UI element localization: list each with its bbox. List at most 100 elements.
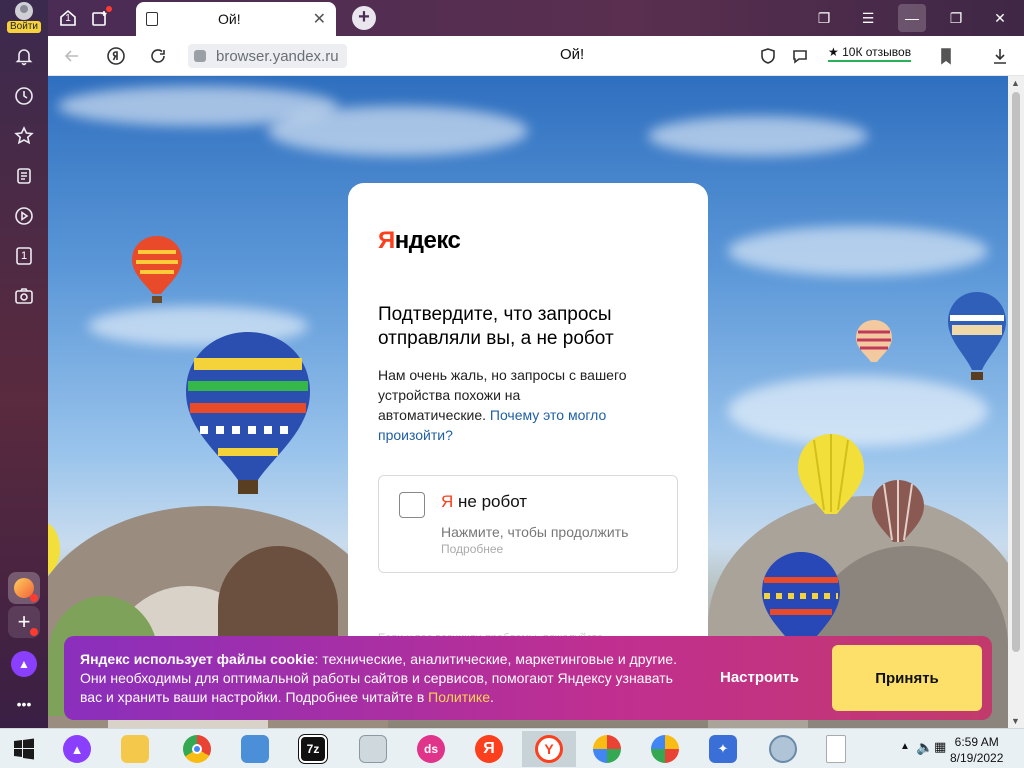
alice-taskbar-button[interactable]: ▲ xyxy=(50,731,104,767)
captcha-heading: Подтвердите, что запросы отправляли вы, … xyxy=(378,304,614,349)
restore-icon[interactable]: ❐ xyxy=(942,4,970,32)
collections-icon[interactable]: ❐ xyxy=(810,4,838,32)
7zip-icon: 7z xyxy=(298,734,328,764)
captcha-card: Яндекс Подтвердите, что запросы отправля… xyxy=(348,183,708,703)
policy-link[interactable]: Политике xyxy=(428,689,490,705)
tab-counter: 1 xyxy=(65,13,71,24)
scroll-down-icon[interactable]: ▼ xyxy=(1011,716,1020,726)
control-panel-taskbar-button[interactable] xyxy=(228,731,282,767)
mail-app-button[interactable] xyxy=(8,572,40,604)
page-scrollbar[interactable]: ▲ ▼ xyxy=(1008,76,1024,728)
app-taskbar-button[interactable] xyxy=(580,731,634,767)
notification-dot xyxy=(30,594,38,602)
start-button[interactable] xyxy=(0,731,48,767)
clock-date: 8/19/2022 xyxy=(950,751,1004,765)
chrome-taskbar-button[interactable] xyxy=(170,731,224,767)
yandex-button[interactable] xyxy=(104,44,128,68)
tab-strip: 1 Ой! ✕ + ❐ ☰ — ❐ ✕ xyxy=(48,0,1024,36)
new-tab-button[interactable]: + xyxy=(352,6,376,30)
volume-muted-icon[interactable]: 🔈 xyxy=(916,739,933,756)
notification-dot xyxy=(30,628,38,636)
add-app-button[interactable]: + xyxy=(8,606,40,638)
windows-taskbar: ▲ 7z ds Я Y ✦ ▲ 🔈 ▦ 6:59 AM 8/19/2022 xyxy=(0,728,1024,768)
yandex-icon: Я xyxy=(475,735,503,763)
download-icon xyxy=(994,49,1006,64)
home-button[interactable]: 1 xyxy=(54,4,82,32)
chrome-icon xyxy=(183,735,211,763)
play-icon[interactable] xyxy=(12,204,36,228)
configure-button[interactable]: Настроить xyxy=(720,669,799,686)
scroll-thumb[interactable] xyxy=(1012,92,1020,652)
counter-icon[interactable]: 1 xyxy=(12,244,36,268)
url-field[interactable]: browser.yandex.ru xyxy=(188,44,347,68)
close-icon[interactable]: ✕ xyxy=(986,4,1014,32)
tab-groups-button[interactable] xyxy=(86,4,114,32)
cookie-text: Яндекс использует файлы cookie: техничес… xyxy=(80,651,677,705)
yandex-browser-taskbar-button[interactable]: Y xyxy=(522,731,576,767)
reload-button[interactable] xyxy=(146,44,170,68)
robot-checkbox[interactable] xyxy=(399,492,425,518)
collections-icon[interactable] xyxy=(12,164,36,188)
page-icon xyxy=(146,12,158,26)
star-icon[interactable] xyxy=(12,124,36,148)
history-icon[interactable] xyxy=(12,84,36,108)
system-clock[interactable]: 6:59 AM 8/19/2022 xyxy=(950,734,1003,766)
comment-icon xyxy=(793,50,807,64)
yandex-logo: Яндекс xyxy=(378,227,461,254)
address-bar: browser.yandex.ru Ой! ★ 10К отзывов xyxy=(48,36,1024,76)
app-taskbar-button[interactable] xyxy=(756,731,810,767)
windows-start-icon xyxy=(14,738,34,760)
app-taskbar-button[interactable] xyxy=(638,731,692,767)
cloud xyxy=(268,106,528,156)
scroll-up-icon[interactable]: ▲ xyxy=(1011,78,1020,88)
reload-icon xyxy=(151,49,165,63)
browser-sidebar: Войти 1 + ▲ ••• xyxy=(0,0,48,728)
explorer-taskbar-button[interactable] xyxy=(108,731,162,767)
back-button[interactable] xyxy=(60,44,84,68)
bookmark-button[interactable] xyxy=(934,44,958,68)
reviews-button[interactable]: ★ 10К отзывов xyxy=(828,45,912,62)
accept-button[interactable]: Принять xyxy=(832,645,982,711)
yandex-taskbar-button[interactable]: Я xyxy=(462,731,516,767)
shield-icon xyxy=(761,48,775,64)
yandex-logo-icon xyxy=(107,47,125,65)
cloud xyxy=(648,116,868,156)
app-taskbar-button[interactable]: ✦ xyxy=(696,731,750,767)
counter-badge: 1 xyxy=(20,250,28,262)
minimize-icon[interactable]: — xyxy=(898,4,926,32)
ds-taskbar-button[interactable]: ds xyxy=(404,731,458,767)
file-explorer-icon xyxy=(121,735,149,763)
more-icon: ••• xyxy=(16,696,32,712)
hot-air-balloon xyxy=(798,434,864,514)
alice-button[interactable]: ▲ xyxy=(8,648,40,680)
more-link[interactable]: Подробнее xyxy=(441,542,657,556)
protect-icon[interactable] xyxy=(756,44,780,68)
login-button[interactable]: Войти xyxy=(7,2,41,34)
monitor-taskbar-button[interactable] xyxy=(346,731,400,767)
screenshot-icon[interactable] xyxy=(12,284,36,308)
robot-check-box[interactable]: Я не робот Нажмите, чтобы продолжить Под… xyxy=(378,475,678,573)
clock-time: 6:59 AM xyxy=(954,735,999,749)
chat-icon[interactable] xyxy=(788,44,812,68)
notification-dot xyxy=(106,6,112,12)
alice-icon: ▲ xyxy=(11,651,37,677)
chevron-up-icon[interactable]: ▲ xyxy=(900,741,910,752)
network-icon[interactable]: ▦ xyxy=(934,739,946,755)
robot-hint: Нажмите, чтобы продолжить xyxy=(441,524,629,540)
hot-air-balloon xyxy=(872,480,924,542)
more-button[interactable]: ••• xyxy=(8,688,40,720)
add-icon: + xyxy=(17,609,31,634)
bookmark-icon xyxy=(941,48,951,65)
hot-air-balloon xyxy=(132,236,182,303)
hot-air-balloon xyxy=(186,332,310,494)
ball-icon xyxy=(593,735,621,763)
close-tab-icon[interactable]: ✕ xyxy=(313,9,326,29)
download-button[interactable] xyxy=(988,44,1012,68)
magic-wand-icon: ✦ xyxy=(709,735,737,763)
menu-icon[interactable]: ☰ xyxy=(854,4,882,32)
app-taskbar-button[interactable] xyxy=(814,731,858,767)
tab-active[interactable]: Ой! ✕ xyxy=(136,2,336,36)
bell-icon[interactable] xyxy=(12,44,36,68)
arrow-left-icon xyxy=(64,50,78,62)
7zip-taskbar-button[interactable]: 7z xyxy=(286,731,340,767)
